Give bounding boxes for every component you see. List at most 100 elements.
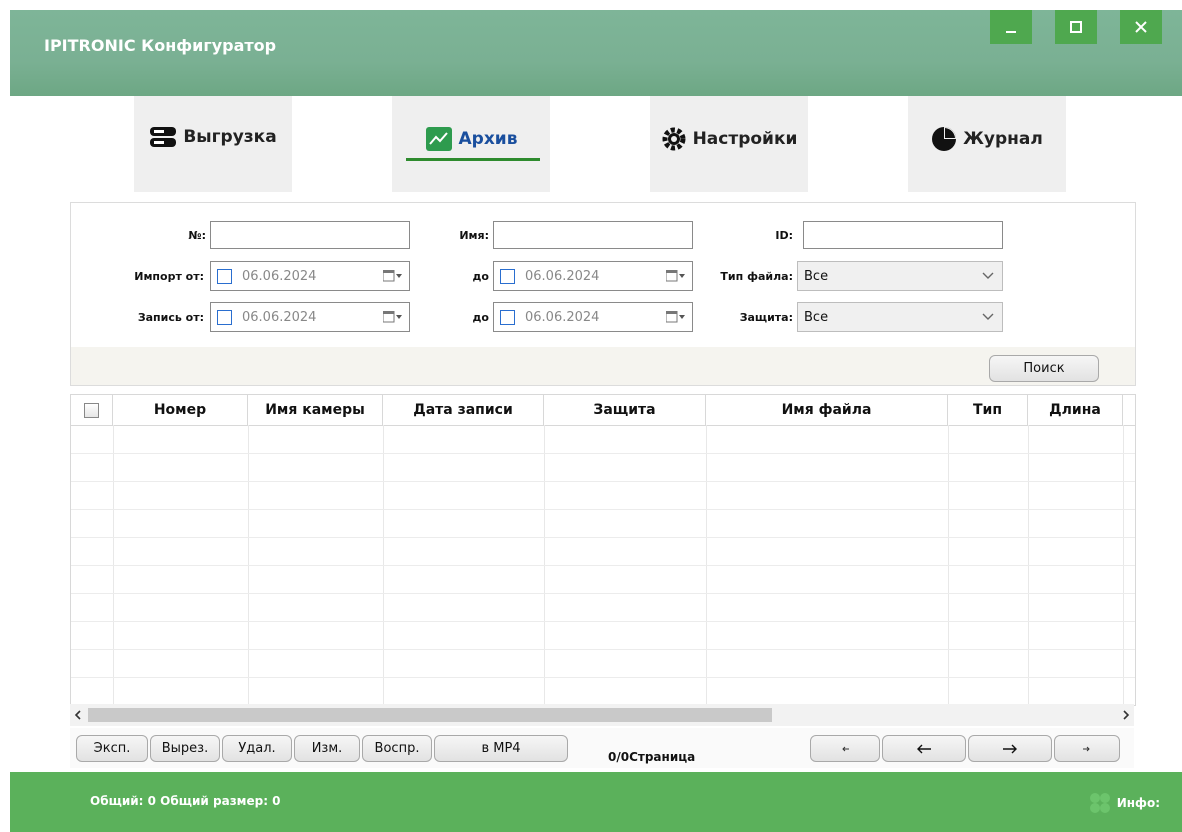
calendar-icon[interactable] <box>383 311 403 323</box>
export-button[interactable]: Эксп. <box>76 735 148 762</box>
import-from-value: 06.06.2024 <box>242 268 317 284</box>
grid-line <box>71 509 1135 510</box>
server-icon <box>150 127 177 147</box>
grid-line <box>71 677 1135 678</box>
edit-button[interactable]: Изм. <box>294 735 360 762</box>
select-all-checkbox[interactable] <box>84 402 99 418</box>
number-label: №: <box>188 229 206 242</box>
grid-line <box>71 593 1135 594</box>
active-tab-indicator <box>406 158 540 161</box>
chevron-down-icon <box>982 272 994 279</box>
filetype-select[interactable]: Все <box>797 261 1003 291</box>
record-to-checkbox[interactable] <box>500 309 515 325</box>
protection-value: Все <box>804 310 829 325</box>
record-from-value: 06.06.2024 <box>242 309 317 325</box>
archive-table: Номер Имя камеры Дата записи Защита Имя … <box>70 394 1136 706</box>
first-page-icon <box>842 746 849 751</box>
grid-line <box>71 481 1135 482</box>
page-indicator: 0/0Страница <box>608 750 696 764</box>
column-camera-name[interactable]: Имя камеры <box>248 395 383 425</box>
last-page-button[interactable] <box>1054 735 1120 762</box>
filter-panel: №: Имя: ID: Импорт от: 06.06.2024 до 06.… <box>70 202 1136 386</box>
scroll-right-icon[interactable] <box>1122 710 1130 720</box>
tab-label: Настройки <box>692 129 798 149</box>
filter-action-strip <box>71 347 1135 385</box>
grid-line <box>71 649 1135 650</box>
chart-icon <box>425 127 452 151</box>
record-from-checkbox[interactable] <box>217 309 232 325</box>
grid-line <box>71 621 1135 622</box>
filetype-label: Тип файла: <box>720 270 793 283</box>
column-protection[interactable]: Защита <box>544 395 706 425</box>
column-file-name[interactable]: Имя файла <box>706 395 948 425</box>
chevron-down-icon <box>982 313 994 320</box>
close-icon <box>1135 21 1147 33</box>
grid-line <box>71 537 1135 538</box>
number-input[interactable] <box>210 221 410 249</box>
horizontal-scrollbar[interactable] <box>70 704 1134 726</box>
to-mp4-button[interactable]: в MP4 <box>434 735 568 762</box>
search-button[interactable]: Поиск <box>989 355 1099 382</box>
record-to-label: до <box>472 311 489 324</box>
arrow-right-icon <box>1003 744 1017 753</box>
record-from-label: Запись от: <box>137 311 204 324</box>
name-label: Имя: <box>459 229 489 242</box>
tab-label: Архив <box>458 129 518 149</box>
scrollbar-thumb[interactable] <box>88 708 772 722</box>
last-page-icon <box>1083 746 1090 751</box>
filetype-value: Все <box>804 269 829 284</box>
minimize-icon <box>1006 31 1016 33</box>
maximize-button[interactable] <box>1055 10 1097 44</box>
column-number[interactable]: Номер <box>113 395 248 425</box>
app-window: IPITRONIC Конфигуратор Выгрузка Архив На… <box>10 10 1182 832</box>
tab-nastroyki[interactable]: Настройки <box>650 96 808 192</box>
import-to-value: 06.06.2024 <box>525 268 600 284</box>
record-from-date[interactable]: 06.06.2024 <box>210 302 410 332</box>
import-to-label: до <box>472 270 489 283</box>
tab-zhurnal[interactable]: Журнал <box>908 96 1066 192</box>
minimize-button[interactable] <box>990 10 1032 44</box>
status-summary: Общий: 0 Общий размер: 0 <box>90 794 281 808</box>
scroll-left-icon[interactable] <box>74 710 82 720</box>
column-type[interactable]: Тип <box>948 395 1028 425</box>
grid-line <box>71 453 1135 454</box>
arrow-left-icon <box>917 744 931 753</box>
pie-icon <box>932 127 957 151</box>
tab-arkhiv[interactable]: Архив <box>392 96 550 192</box>
protection-label: Защита: <box>739 311 793 324</box>
info-clover-icon <box>1089 793 1110 813</box>
tab-label: Журнал <box>963 129 1043 149</box>
prev-page-button[interactable] <box>882 735 966 762</box>
gear-icon <box>662 127 686 151</box>
import-from-label: Импорт от: <box>134 270 204 283</box>
protection-select[interactable]: Все <box>797 302 1003 332</box>
title-bar: IPITRONIC Конфигуратор <box>10 10 1182 96</box>
tab-label: Выгрузка <box>183 127 277 147</box>
import-to-checkbox[interactable] <box>500 268 515 284</box>
id-input[interactable] <box>803 221 1003 249</box>
select-all-cell <box>71 395 113 425</box>
import-from-checkbox[interactable] <box>217 268 232 284</box>
delete-button[interactable]: Удал. <box>222 735 292 762</box>
id-label: ID: <box>775 229 793 242</box>
table-header: Номер Имя камеры Дата записи Защита Имя … <box>71 395 1135 426</box>
cut-button[interactable]: Вырез. <box>150 735 220 762</box>
app-title: IPITRONIC Конфигуратор <box>44 36 277 55</box>
play-button[interactable]: Воспр. <box>362 735 432 762</box>
next-page-button[interactable] <box>968 735 1052 762</box>
column-record-date[interactable]: Дата записи <box>383 395 544 425</box>
first-page-button[interactable] <box>810 735 880 762</box>
maximize-icon <box>1070 21 1082 33</box>
column-length[interactable]: Длина <box>1028 395 1123 425</box>
calendar-icon[interactable] <box>383 270 403 282</box>
import-to-date[interactable]: 06.06.2024 <box>493 261 693 291</box>
info-label: Инфо: <box>1116 796 1160 810</box>
import-from-date[interactable]: 06.06.2024 <box>210 261 410 291</box>
grid-line <box>71 565 1135 566</box>
close-button[interactable] <box>1120 10 1162 44</box>
name-input[interactable] <box>493 221 693 249</box>
tab-vygruzka[interactable]: Выгрузка <box>134 96 292 192</box>
record-to-date[interactable]: 06.06.2024 <box>493 302 693 332</box>
record-to-value: 06.06.2024 <box>525 309 600 325</box>
status-bar: Общий: 0 Общий размер: 0 Инфо: <box>10 772 1182 832</box>
